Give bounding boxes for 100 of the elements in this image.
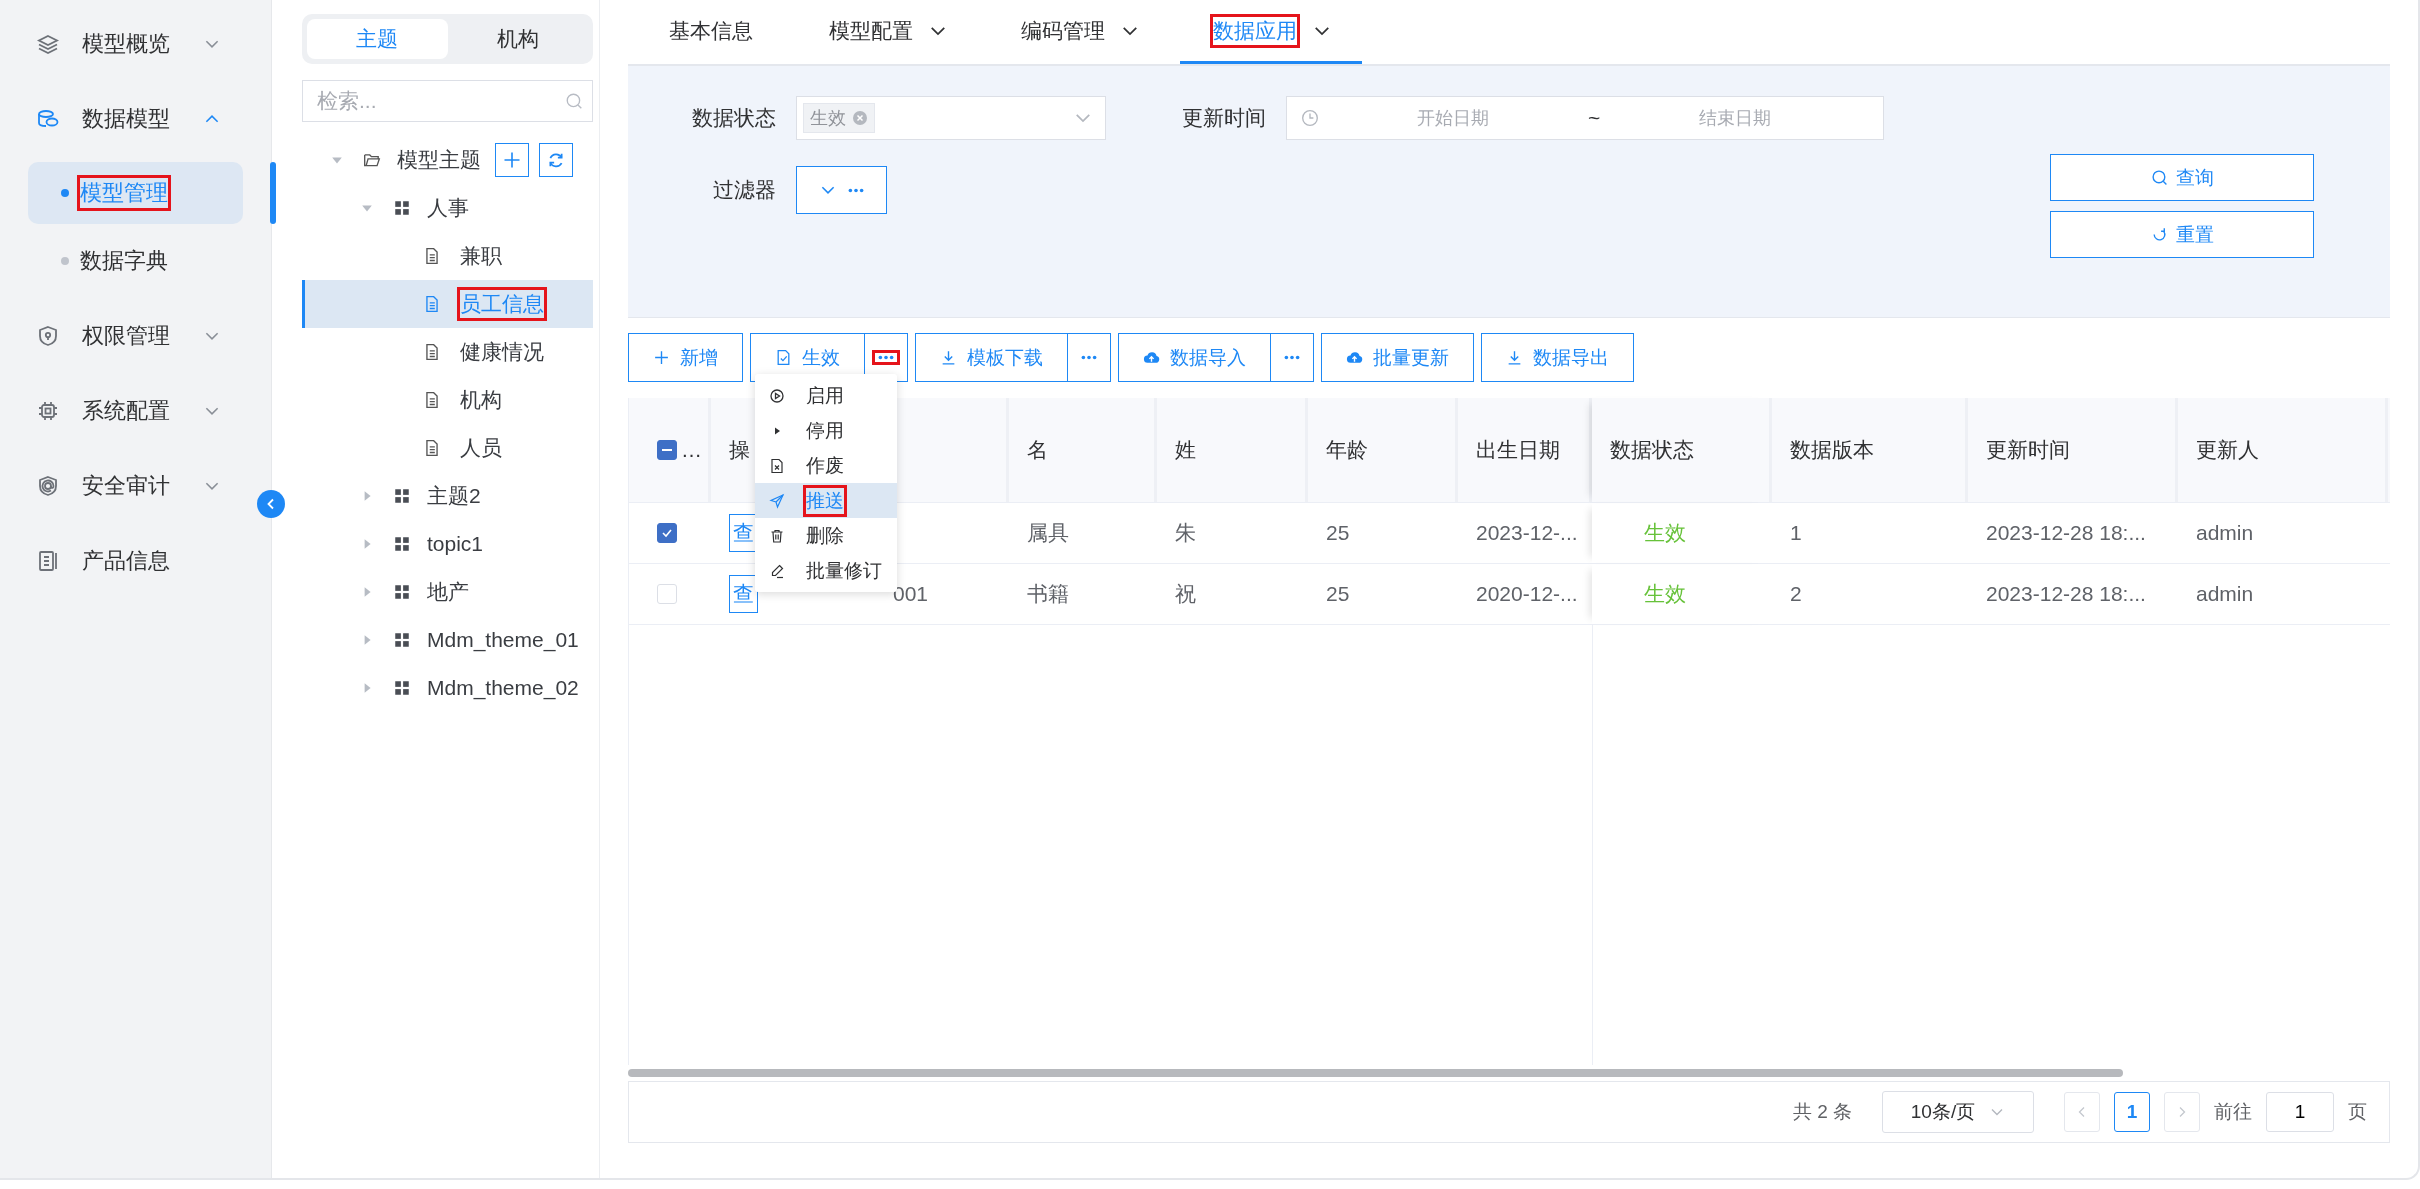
nav-item[interactable]: 产品信息 <box>0 523 271 598</box>
play-icon <box>769 387 785 404</box>
document-check-icon <box>775 349 792 366</box>
tree-label: 模型主题 <box>397 147 481 173</box>
toolbar-button[interactable]: 数据导出 <box>1481 333 1634 382</box>
table-cell: 2023-12-28 18:... <box>1986 521 2146 545</box>
view-button[interactable]: 查 <box>729 575 758 613</box>
nav-label: 系统配置 <box>82 396 170 425</box>
tab[interactable]: 基本信息 <box>636 0 786 64</box>
checkbox[interactable] <box>657 523 677 543</box>
status-text: 生效 <box>1643 520 1686 546</box>
more-button[interactable] <box>1068 333 1111 382</box>
nav-item[interactable]: 权限管理 <box>0 298 271 373</box>
nav-label: 模型管理 <box>77 175 171 211</box>
tree-item[interactable]: Mdm_theme_01 <box>302 616 593 664</box>
tree-label: Mdm_theme_01 <box>427 628 579 652</box>
tree-label: 人员 <box>459 435 503 461</box>
document-icon <box>423 439 441 457</box>
nav-item[interactable]: 模型概览 <box>0 6 271 81</box>
send-icon <box>769 492 785 509</box>
tree-label: 主题2 <box>427 483 481 509</box>
nav-item[interactable]: 数据模型 <box>0 81 271 156</box>
ellipsis-icon <box>1283 355 1301 360</box>
grid-icon <box>393 679 411 697</box>
filter-button[interactable] <box>796 166 887 214</box>
table-cell-text: 书籍 <box>1027 581 1069 607</box>
column-header: 姓 <box>1175 437 1196 463</box>
nav-item[interactable]: 安全审计 <box>0 448 271 523</box>
end-date-placeholder: 结束日期 <box>1697 107 1772 130</box>
search-icon <box>2150 169 2168 186</box>
nav-subitem[interactable]: 数据字典 <box>28 230 243 292</box>
query-button[interactable]: 查询 <box>2050 154 2314 201</box>
cloud-upload-icon <box>1143 349 1160 366</box>
toolbar-button[interactable]: 批量更新 <box>1321 333 1474 382</box>
table-cell: 2023-12-... <box>1476 521 1578 545</box>
field-label: 过滤器 <box>712 177 777 203</box>
search-icon <box>565 92 583 110</box>
shield-icon <box>36 323 60 348</box>
tree-item[interactable]: 主题2 <box>302 472 593 520</box>
field-label: 数据状态 <box>691 105 777 131</box>
status-text: 生效 <box>1643 581 1686 607</box>
toolbar-button[interactable]: 模板下载 <box>915 333 1068 382</box>
search-field[interactable]: 检索... <box>302 80 593 122</box>
nav-item[interactable]: 系统配置 <box>0 373 271 448</box>
column-header: 年龄 <box>1326 437 1368 463</box>
toolbar-button[interactable]: 新增 <box>628 333 743 382</box>
scrollbar[interactable] <box>628 1069 2123 1077</box>
nav-label: 安全审计 <box>82 471 170 500</box>
tab[interactable]: 主题 <box>307 19 448 59</box>
column-header: … <box>681 438 702 462</box>
tree-item[interactable]: Mdm_theme_02 <box>302 664 593 712</box>
tab[interactable]: 机构 <box>447 19 588 59</box>
tree-item[interactable]: 兼职 <box>302 232 593 280</box>
tree-item[interactable]: 人员 <box>302 424 593 472</box>
tree-item[interactable]: 健康情况 <box>302 328 593 376</box>
clock-icon <box>1301 109 1319 127</box>
bullet-icon <box>61 257 69 265</box>
download-icon <box>1506 349 1523 366</box>
tree-item[interactable]: 地产 <box>302 568 593 616</box>
nav-label: 产品信息 <box>82 546 170 575</box>
reset-button[interactable]: 重置 <box>2050 211 2314 258</box>
tree-item[interactable]: 机构 <box>302 376 593 424</box>
tab[interactable]: 编码管理 <box>988 0 1170 64</box>
grid-icon <box>393 535 411 553</box>
toolbar-button[interactable]: 数据导入 <box>1118 333 1271 382</box>
document-icon <box>423 247 441 265</box>
column-header: 更新人 <box>2196 437 2259 463</box>
tree-item[interactable]: 人事 <box>302 184 593 232</box>
page-button[interactable]: 1 <box>2114 1092 2150 1132</box>
add-button[interactable] <box>495 143 529 177</box>
tree-item[interactable]: topic1 <box>302 520 593 568</box>
collapse-button[interactable] <box>257 490 285 518</box>
more-button[interactable] <box>1271 333 1314 382</box>
table-cell: admin <box>2196 521 2254 545</box>
field-label: 更新时间 <box>1181 105 1267 131</box>
grid-icon <box>393 583 411 601</box>
close-icon[interactable] <box>852 110 868 126</box>
tab[interactable]: 模型配置 <box>796 0 978 64</box>
ellipsis-icon <box>877 355 895 360</box>
tree-label: topic1 <box>427 532 484 556</box>
checkbox[interactable] <box>657 440 677 460</box>
ellipsis-icon <box>846 187 865 193</box>
tag: 生效 <box>803 103 875 133</box>
menu-item[interactable]: 作废 <box>755 448 897 483</box>
tree-item[interactable]: 模型主题 <box>302 136 593 184</box>
date-range-field[interactable]: 开始日期 ~ 结束日期 <box>1286 96 1884 140</box>
document-icon <box>36 548 60 573</box>
page-size-select[interactable]: 10条/页 <box>1882 1091 2034 1133</box>
table-cell-text: 祝 <box>1175 581 1196 607</box>
table-cell: 2 <box>1790 582 1802 606</box>
refresh-button[interactable] <box>539 143 573 177</box>
menu-item[interactable]: 停用 <box>755 413 897 448</box>
plus-icon <box>502 150 522 170</box>
ellipsis-icon <box>1080 355 1098 360</box>
menu-item[interactable]: 删除 <box>755 518 897 553</box>
goto-label: 前往 <box>2214 1100 2252 1124</box>
table-cell: 2023-12-28 18:... <box>1986 582 2146 606</box>
column-header: 名 <box>1027 437 1048 463</box>
page-input[interactable]: 1 <box>2266 1092 2334 1132</box>
table-cell: 25 <box>1326 582 1350 606</box>
